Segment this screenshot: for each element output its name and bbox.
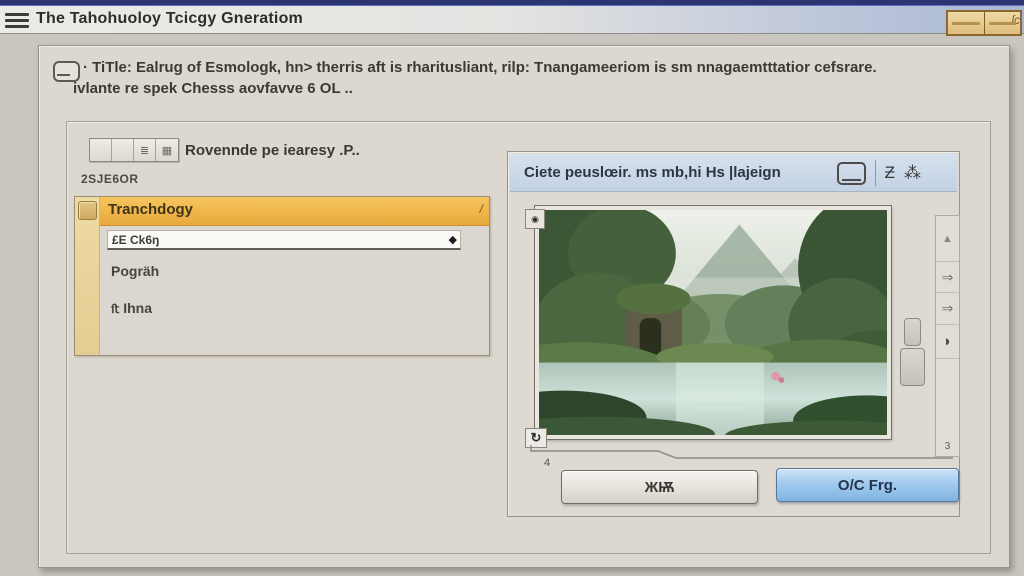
secondary-button-label: ЖѬ <box>644 478 675 496</box>
list-accent-stripe <box>75 197 100 355</box>
primary-ok-button[interactable]: O/C Frg. <box>776 468 959 502</box>
forest-lake-illustration <box>539 210 887 435</box>
scroll-up-button[interactable]: ▲ <box>936 216 959 262</box>
divider <box>874 160 876 186</box>
up-arrow-icon: ▲ <box>942 232 953 245</box>
target-button[interactable]: ◉ <box>525 209 545 229</box>
filter-input[interactable]: £E Ck6ŋ ◆ <box>107 230 461 250</box>
preview-title: Ciete peuslœir. ms mb,hi Hs |lajeign <box>524 164 781 181</box>
target-icon: ◉ <box>531 213 539 224</box>
hamburger-menu-icon[interactable] <box>5 13 29 28</box>
dialog-window: · TiTle: Ealrug of Esmologk, hn> therris… <box>38 45 1010 568</box>
list-header-row[interactable]: Tranchdogy / <box>78 197 489 226</box>
window-icon[interactable] <box>836 161 866 185</box>
secondary-button[interactable]: ЖѬ <box>561 470 758 504</box>
page-marker: 4 <box>544 457 551 469</box>
preview-panel: Ciete peuslœir. ms mb,hi Hs |lajeign Ƶ ⁂… <box>507 151 960 517</box>
preview-image <box>534 205 892 440</box>
forward-button-1[interactable]: ⇒ <box>936 262 959 293</box>
view-button-3[interactable]: ≣ <box>134 139 156 161</box>
rotate-icon: ↻ <box>530 430 542 445</box>
forward-button-2[interactable]: ⇒ <box>936 293 959 325</box>
folder-icon <box>78 201 97 220</box>
view-toolbar: ≣ ▦ <box>89 138 179 162</box>
toolbar-label: Rovennde pe iearesy .P.. <box>185 142 360 159</box>
leaf-button[interactable]: ◗ <box>936 325 959 359</box>
pen-icon[interactable]: ◆ <box>449 233 457 246</box>
info-line-1: · TiTle: Ealrug of Esmologk, hn> therris… <box>83 59 877 76</box>
section-label: 2SJE6OR <box>81 172 139 186</box>
grid-view-icon: ▦ <box>161 144 173 157</box>
filter-input-value: £E Ck6ŋ <box>112 233 160 247</box>
minimize-button[interactable] <box>948 12 985 34</box>
window-controls[interactable]: ſc <box>946 10 1022 36</box>
view-button-2[interactable] <box>112 139 134 161</box>
list-item-glyph: ﬅ <box>111 302 120 316</box>
info-text: · TiTle: Ealrug of Esmologk, hn> therris… <box>73 57 983 99</box>
leaf-icon: ◗ <box>942 333 953 350</box>
info-line-2: ivlante re spek Chesss aovfavve 6 OL .. <box>73 80 353 97</box>
slider-handle[interactable] <box>900 348 925 386</box>
slider-handle[interactable] <box>904 318 921 346</box>
close-button[interactable]: ſc <box>985 12 1020 34</box>
tab-edge-line <box>530 445 953 459</box>
screen: The Tahohuoloy Tcicgy Gneratiom ſc · TiT… <box>0 0 1024 576</box>
titlebar: The Tahohuoloy Tcicgy Gneratiom ſc <box>0 6 1024 36</box>
side-tool-strip: ▲ ⇒ ⇒ ◗ 3 <box>935 215 960 457</box>
list-item[interactable]: ﬅ Ihna <box>111 300 152 316</box>
window-title: The Tahohuoloy Tcicgy Gneratiom <box>36 10 303 27</box>
corner-script: ſc <box>1011 13 1020 27</box>
list-item-label: Pogräh <box>111 263 160 279</box>
primary-button-label: O/C Frg. <box>837 476 898 494</box>
content-area: ≣ ▦ Rovennde pe iearesy .P.. 2SJE6OR Tra… <box>66 121 991 554</box>
right-arrow-icon: ⇒ <box>941 268 954 285</box>
list-view-icon: ≣ <box>139 144 150 157</box>
list-header-label: Tranchdogy <box>108 201 194 218</box>
list-header-mark: / <box>479 202 483 216</box>
category-list: Tranchdogy / £E Ck6ŋ ◆ Pogräh ﬅ Ihna <box>74 196 490 356</box>
view-button-1[interactable] <box>90 139 112 161</box>
list-item-label: Ihna <box>123 300 153 316</box>
strip-number: 3 <box>944 441 951 452</box>
preview-header-icons: Ƶ ⁂ <box>836 159 921 187</box>
cut-icon[interactable]: ⁂ <box>904 163 921 183</box>
list-item[interactable]: Pogräh <box>111 263 159 279</box>
preview-header: Ciete peuslœir. ms mb,hi Hs |lajeign Ƶ ⁂ <box>510 154 957 192</box>
right-arrow-icon: ⇒ <box>941 300 954 316</box>
edit-icon[interactable]: Ƶ <box>885 163 895 183</box>
view-button-4[interactable]: ▦ <box>156 139 178 161</box>
